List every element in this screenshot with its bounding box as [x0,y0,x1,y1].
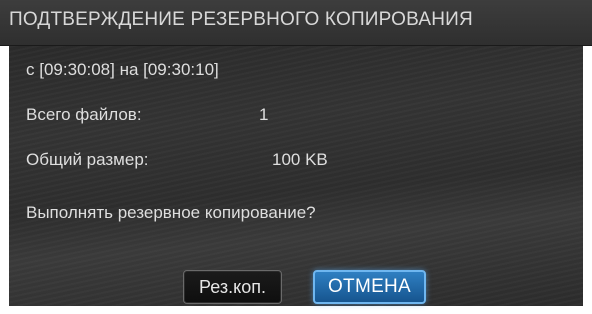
confirmation-question: Выполнять резервное копирование? [26,203,316,222]
total-size-label: Общий размер: [26,150,149,169]
dialog-title: ПОДТВЕРЖДЕНИЕ РЕЗЕРВНОГО КОПИРОВАНИЯ [9,9,473,30]
time-range-text: с [09:30:08] на [09:30:10] [26,60,219,79]
total-files-value: 1 [259,105,269,124]
backup-button[interactable]: Рез.коп. [183,270,282,304]
total-size-value: 100 KB [272,150,328,169]
dialog-titlebar: ПОДТВЕРЖДЕНИЕ РЕЗЕРВНОГО КОПИРОВАНИЯ [0,0,592,46]
cancel-button[interactable]: ОТМЕНА [313,270,426,304]
backup-confirmation-dialog: ПОДТВЕРЖДЕНИЕ РЕЗЕРВНОГО КОПИРОВАНИЯ с [… [0,0,592,314]
dialog-body: с [09:30:08] на [09:30:10] Всего файлов:… [9,46,583,306]
total-files-label: Всего файлов: [26,105,142,124]
